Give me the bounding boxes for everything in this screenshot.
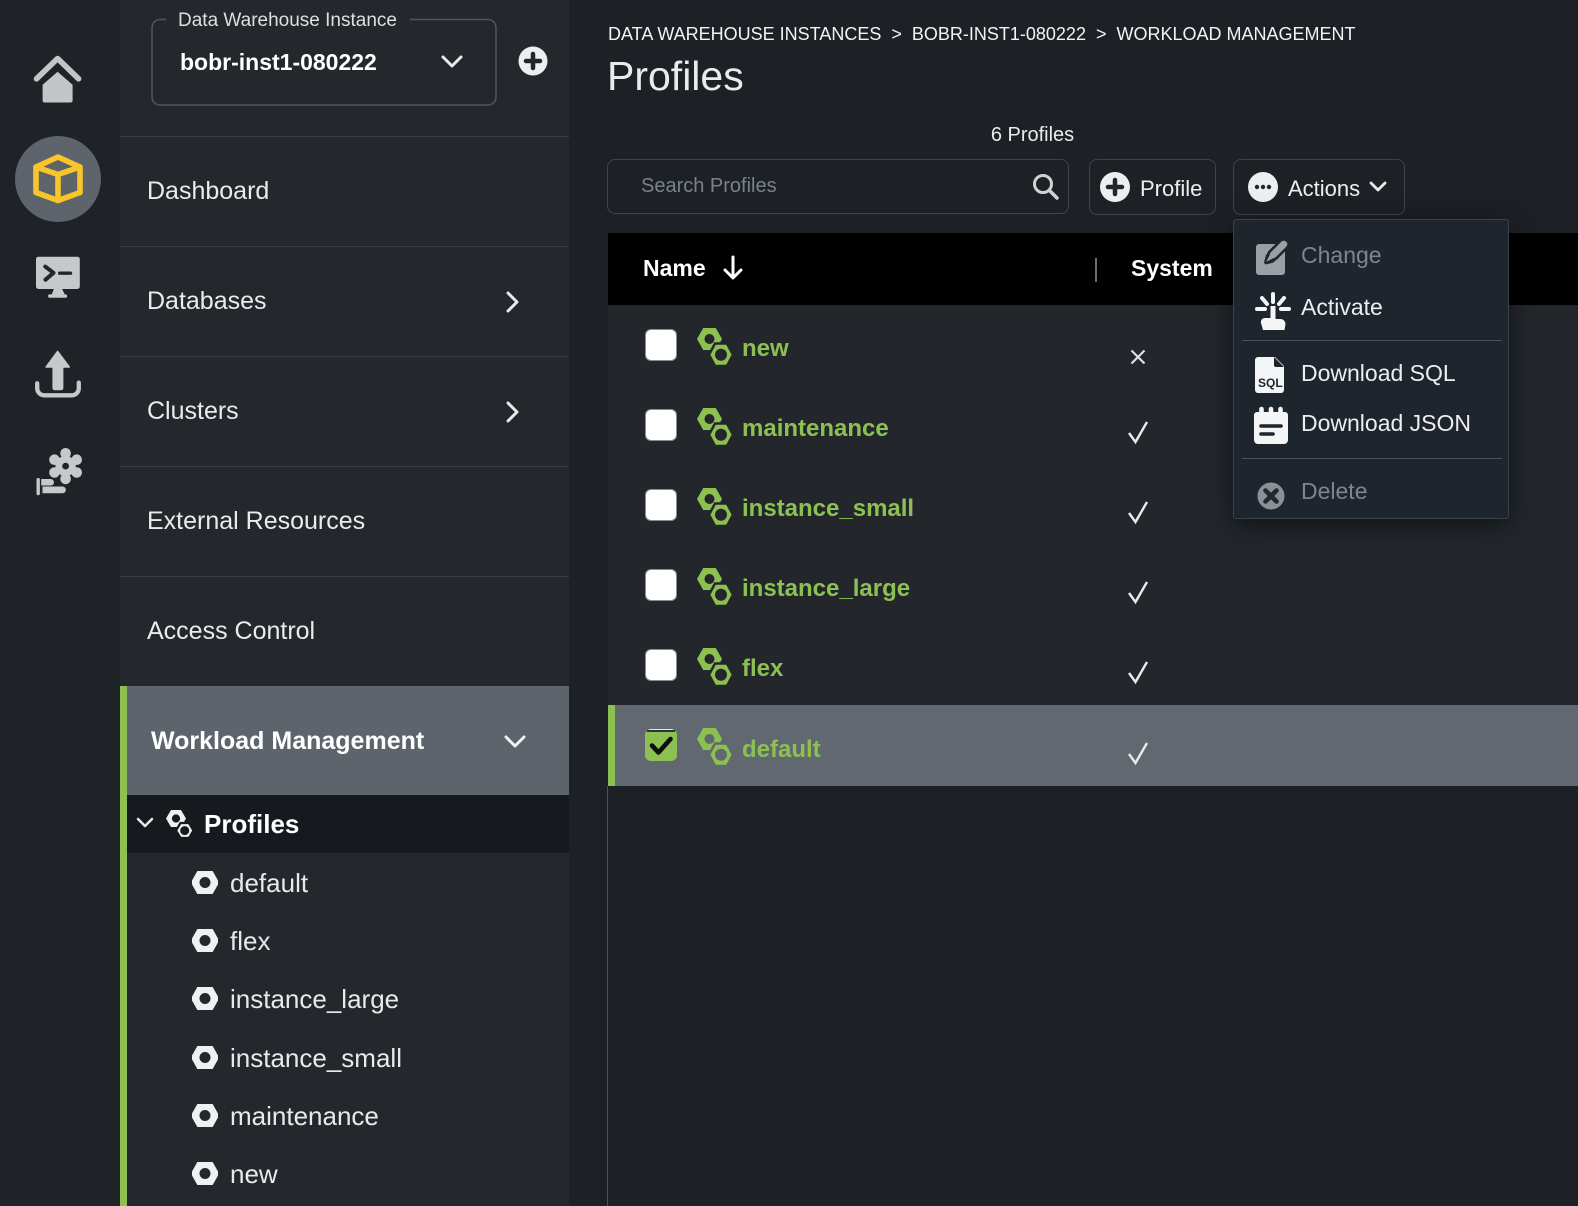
svg-text:SQL: SQL	[1258, 376, 1283, 390]
svg-text:bobr-inst1-080222: bobr-inst1-080222	[180, 49, 377, 75]
svg-text:Data Warehouse Instance: Data Warehouse Instance	[178, 10, 397, 31]
